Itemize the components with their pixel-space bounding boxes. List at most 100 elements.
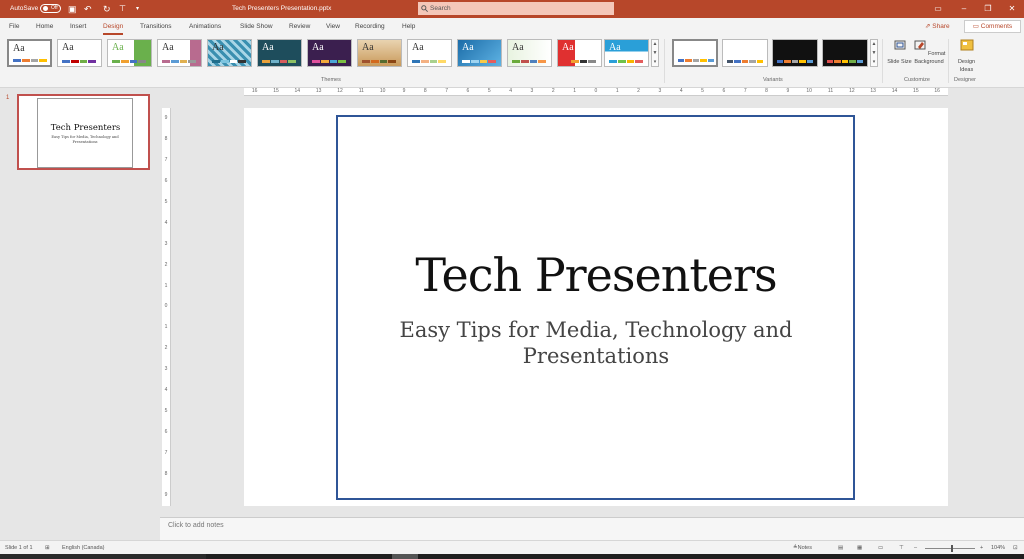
slide-subtitle[interactable]: Easy Tips for Media, Technology and Pres…: [378, 317, 814, 369]
ruler-tick-label: 13: [870, 88, 876, 94]
variant-4[interactable]: [822, 39, 868, 67]
ruler-tick-label: 3: [164, 366, 168, 373]
theme-7[interactable]: Aa: [307, 39, 352, 67]
chevron-down-icon[interactable]: ▼: [872, 50, 877, 56]
restore-icon[interactable]: ❐: [976, 0, 1000, 18]
tab-view[interactable]: View: [326, 18, 340, 35]
ruler-tick-label: 9: [786, 88, 790, 94]
ruler-tick-label: 5: [487, 88, 491, 94]
theme-4[interactable]: Aa: [157, 39, 202, 67]
search-box[interactable]: Search: [418, 2, 614, 15]
slide-thumbnail[interactable]: Tech Presenters Easy Tips for Media, Tec…: [17, 94, 150, 170]
language-indicator[interactable]: English (Canada): [62, 541, 105, 555]
tab-review[interactable]: Review: [289, 18, 310, 35]
tab-file[interactable]: File: [9, 18, 19, 35]
chevron-down-icon[interactable]: ▼: [653, 50, 658, 56]
theme-12[interactable]: Aa: [557, 39, 602, 67]
ruler-tick-label: 9: [402, 88, 406, 94]
variants-gallery-scroll[interactable]: ▲ ▼ ▾: [870, 39, 878, 67]
ruler-tick-label: 1: [573, 88, 576, 94]
theme-3[interactable]: Aa: [107, 39, 152, 67]
fit-slide-icon[interactable]: ⊡: [1013, 541, 1018, 555]
ruler-tick-label: 6: [164, 177, 168, 184]
ruler-tick-label: 2: [551, 88, 555, 94]
theme-10[interactable]: Aa: [457, 39, 502, 67]
ruler-tick-label: 2: [164, 345, 168, 352]
document-title[interactable]: Tech Presenters Presentation.pptx: [232, 0, 331, 18]
slide-canvas[interactable]: Tech Presenters Easy Tips for Media, Tec…: [244, 108, 948, 506]
theme-5[interactable]: Aa: [207, 39, 252, 67]
ruler-tick-label: 0: [594, 88, 598, 94]
ruler-tick-label: 9: [164, 491, 168, 498]
theme-6[interactable]: Aa: [257, 39, 302, 67]
theme-9[interactable]: Aa: [407, 39, 452, 67]
zoom-slider[interactable]: [925, 541, 975, 555]
theme-13[interactable]: Aa: [604, 39, 649, 67]
zoom-in-icon[interactable]: +: [980, 541, 983, 555]
more-icon[interactable]: ▾: [873, 59, 876, 65]
tab-home[interactable]: Home: [36, 18, 53, 35]
comments-button[interactable]: ▭ Comments: [964, 20, 1021, 33]
themes-gallery-scroll[interactable]: ▲ ▼ ▾: [651, 39, 659, 67]
ruler-tick-label: 14: [891, 88, 898, 94]
status-bar: Slide 1 of 1 ⊞ English (Canada) ≜Notes ▤…: [0, 540, 1024, 555]
slide-title[interactable]: Tech Presenters: [244, 248, 948, 302]
ruler-tick-label: 3: [530, 88, 534, 94]
tab-insert[interactable]: Insert: [70, 18, 86, 35]
variant-3[interactable]: [772, 39, 818, 67]
chevron-up-icon[interactable]: ▲: [653, 41, 658, 47]
comment-icon: ▭: [972, 23, 981, 30]
slideshow-icon[interactable]: ⊤: [899, 541, 904, 555]
tab-transitions[interactable]: Transitions: [140, 18, 172, 35]
undo-icon[interactable]: ↶: [84, 0, 92, 18]
variant-1[interactable]: [672, 39, 718, 67]
theme-2[interactable]: Aa: [57, 39, 102, 67]
tab-help[interactable]: Help: [402, 18, 415, 35]
design-ideas-icon: [960, 39, 973, 51]
format-background-button[interactable]: Format Background: [912, 38, 946, 66]
theme-8[interactable]: Aa: [357, 39, 402, 67]
customize-toolbar-icon[interactable]: ▾: [136, 0, 139, 18]
zoom-level[interactable]: 104%: [991, 541, 1005, 555]
search-icon: [421, 5, 428, 12]
ruler-tick-label: 2: [164, 261, 168, 268]
format-background-icon: [914, 40, 926, 50]
tab-animations[interactable]: Animations: [189, 18, 221, 35]
search-input: Search: [430, 5, 451, 12]
tab-design[interactable]: Design: [103, 18, 124, 35]
share-button[interactable]: ⇗ Share: [925, 21, 950, 32]
theme-11[interactable]: Aa: [507, 39, 552, 67]
close-icon[interactable]: ✕: [1000, 0, 1024, 18]
ribbon: Aa Aa Aa Aa Aa Aa Aa Aa Aa Aa Aa Aa Aa ▲…: [0, 35, 1024, 88]
ruler-tick-label: 13: [315, 88, 322, 94]
ruler-tick-label: 6: [164, 429, 168, 436]
design-ideas-button[interactable]: Design Ideas: [953, 38, 980, 74]
divider: [664, 39, 665, 83]
autosave-toggle[interactable]: Off: [40, 4, 61, 13]
minimize-icon[interactable]: –: [952, 0, 976, 18]
ruler-tick-label: 6: [722, 88, 726, 94]
tab-recording[interactable]: Recording: [355, 18, 385, 35]
title-bar: AutoSave Off ▣ ↶ ↻ ⊤ ▾ Tech Presenters P…: [0, 0, 1024, 18]
notes-toggle[interactable]: ≜Notes: [793, 541, 812, 555]
redo-icon[interactable]: ↻: [103, 0, 111, 18]
spell-check-icon[interactable]: ⊞: [45, 541, 50, 555]
slide-size-button[interactable]: Slide Size: [887, 38, 912, 66]
ribbon-display-icon[interactable]: ▭: [926, 0, 950, 18]
chevron-up-icon[interactable]: ▲: [872, 41, 877, 47]
notes-pane[interactable]: Click to add notes: [160, 517, 1024, 541]
zoom-out-icon[interactable]: –: [914, 541, 917, 555]
reading-view-icon[interactable]: ▭: [878, 541, 883, 555]
variant-2[interactable]: [722, 39, 768, 67]
menu-bar: File Home Insert Design Transitions Anim…: [0, 18, 1024, 35]
more-icon[interactable]: ▾: [654, 59, 657, 65]
tab-slide-show[interactable]: Slide Show: [240, 18, 273, 35]
theme-office[interactable]: Aa: [7, 39, 52, 67]
present-from-start-icon[interactable]: ⊤: [119, 0, 126, 18]
save-icon[interactable]: ▣: [68, 0, 77, 18]
slide-sorter-icon[interactable]: ▦: [857, 541, 862, 555]
ruler-tick-label: 8: [164, 135, 168, 142]
divider: [882, 39, 883, 83]
ruler-tick-label: 4: [164, 219, 168, 226]
normal-view-icon[interactable]: ▤: [838, 541, 843, 555]
